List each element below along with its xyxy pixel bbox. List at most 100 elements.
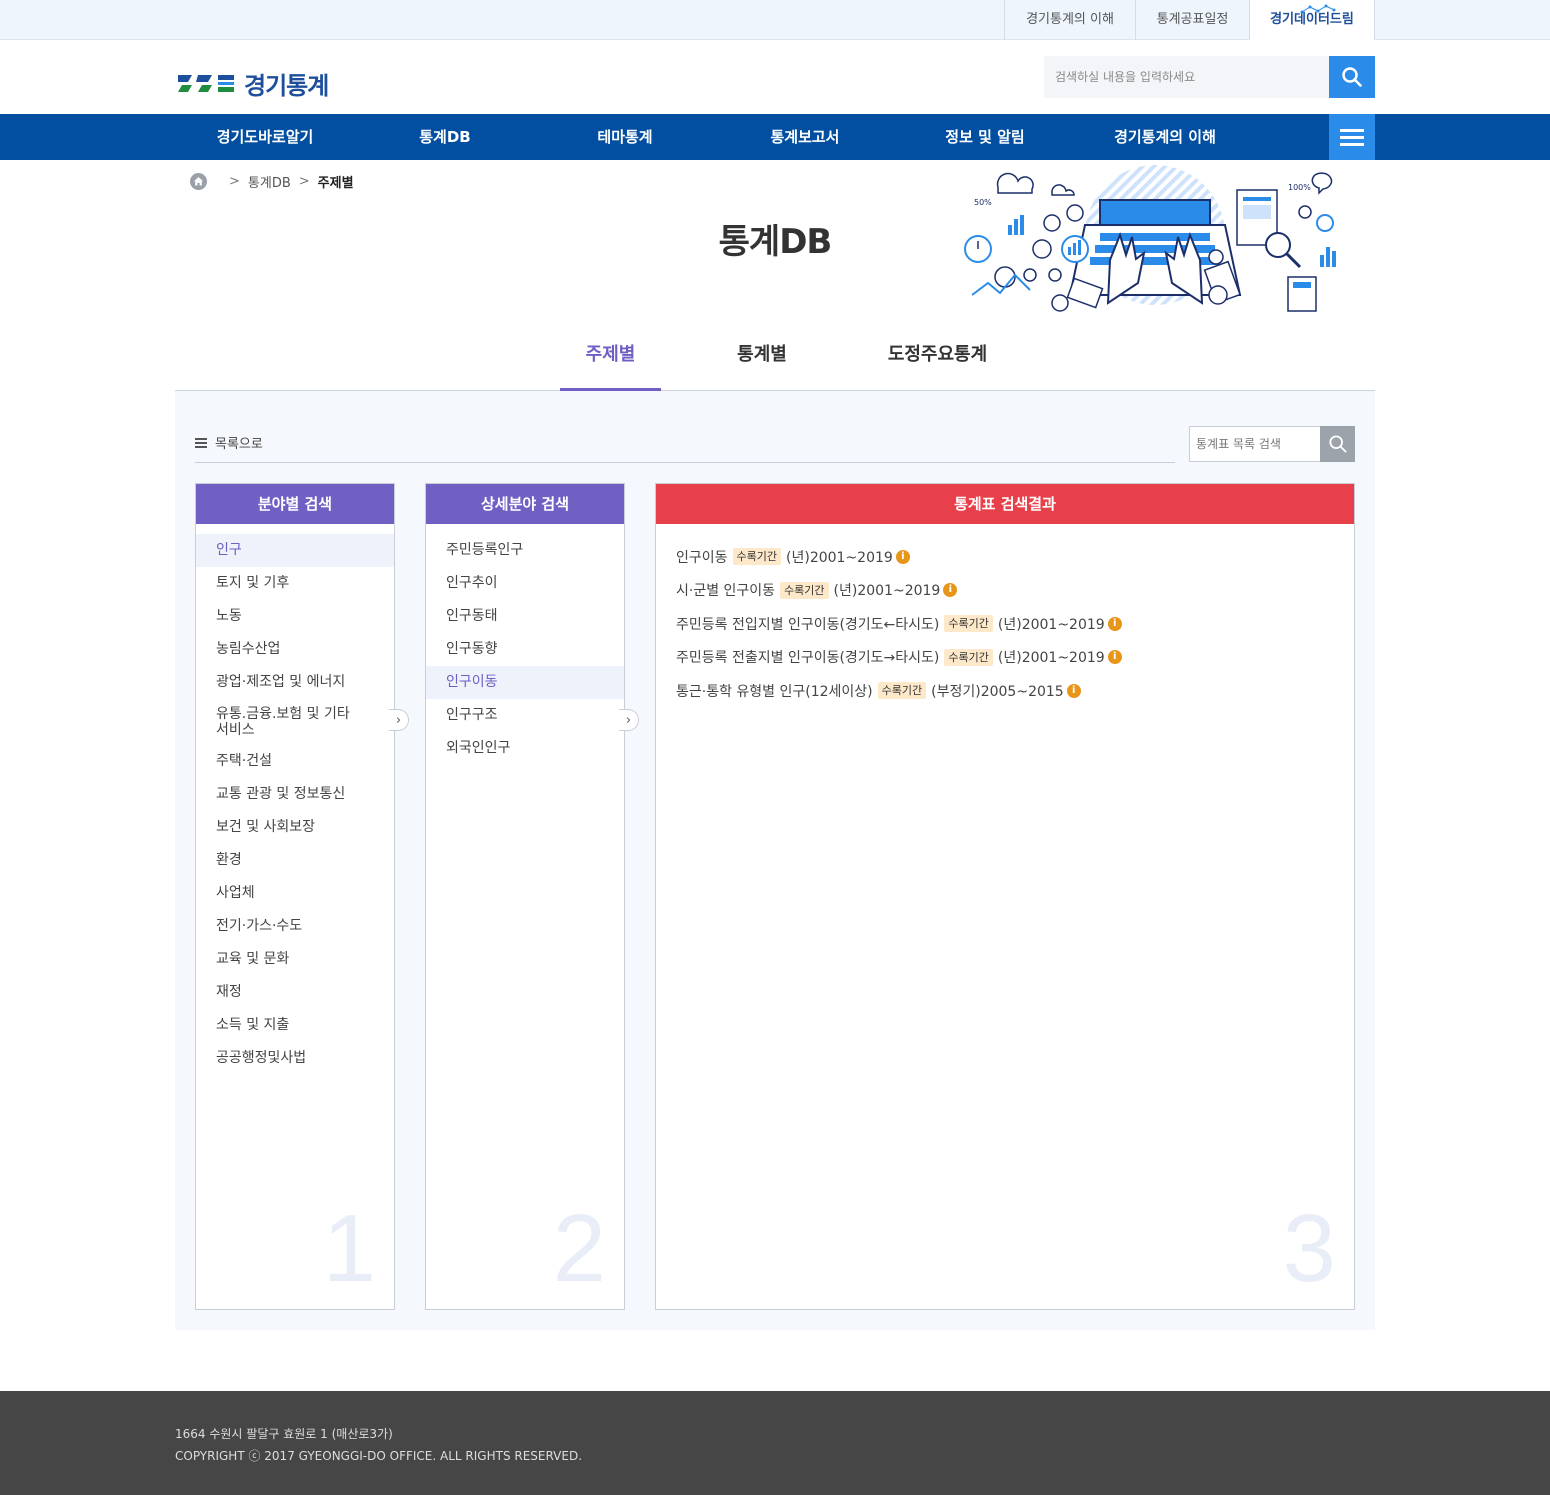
field-item[interactable]: 토지 및 기후 [196,567,394,600]
utility-link-schedule[interactable]: 통계공표일정 [1136,0,1250,40]
gyeonggi-logo-icon [178,75,234,92]
chevron-right-icon[interactable]: › [389,709,409,731]
divider [195,462,1175,463]
info-icon[interactable]: i [1066,683,1081,698]
breadcrumb: > 통계DB > 주제별 [190,172,354,191]
tab-by-subject[interactable]: 주제별 [560,340,661,391]
field-item[interactable]: 교육 및 문화 [196,943,394,976]
period-badge: 수록기간 [877,682,927,700]
field-item-population[interactable]: 인구 [196,534,394,567]
field-list: 인구 토지 및 기후 노동 농림수산업 광업·제조업 및 에너지 유통.금융.보… [196,524,394,1075]
chevron-right-icon[interactable]: › [619,709,639,731]
result-item[interactable]: 통근·통학 유형별 인구(12세이상) 수록기간 (부정기)2005~2015 … [676,674,1334,708]
detail-item[interactable]: 외국인인구 [426,732,624,765]
home-icon[interactable] [190,172,207,190]
period-badge: 수록기간 [780,581,829,599]
detail-item[interactable]: 인구동태 [426,600,624,633]
field-item[interactable]: 재정 [196,976,394,1009]
back-to-list-link[interactable]: 목록으로 [195,433,263,452]
table-list-search [1189,426,1355,462]
nav-item-theme[interactable]: 테마통계 [535,114,715,160]
detail-item[interactable]: 인구추이 [426,567,624,600]
period-badge: 수록기간 [944,648,993,666]
detail-list: 주민등록인구 인구추이 인구동태 인구동향 인구이동 인구구조 외국인인구 [426,524,624,765]
result-item[interactable]: 주민등록 전출지별 인구이동(경기도→타시도) 수록기간 (년)2001~201… [676,641,1334,675]
breadcrumb-current: 주제별 [317,175,354,191]
result-column: 통계표 검색결과 인구이동 수록기간 (년)2001~2019 i 시·군별 인… [655,483,1355,1310]
info-icon[interactable]: i [1107,616,1122,631]
search-icon [1342,67,1362,87]
utility-links: 경기통계의 이해 통계공표일정 경기데이터드림 [1004,0,1375,40]
field-item[interactable]: 소득 및 지출 [196,1009,394,1042]
result-period: (년)2001~2019 [997,650,1105,667]
statistics-laptop-illustration: 50% 100% [964,165,1336,312]
step-number: 3 [1282,1195,1336,1302]
global-search [1044,56,1375,98]
field-item[interactable]: 환경 [196,844,394,877]
table-list-search-input[interactable] [1190,427,1320,461]
detail-item[interactable]: 주민등록인구 [426,534,624,567]
result-period: (년)2001~2019 [997,616,1105,633]
menu-hamburger-button[interactable] [1329,114,1375,160]
nav-item-about[interactable]: 경기통계의 이해 [1075,114,1255,160]
hamburger-line [1340,135,1364,139]
result-period: (년)2001~2019 [833,583,941,600]
field-item[interactable]: 광업·제조업 및 에너지 [196,666,394,699]
field-item[interactable]: 보건 및 사회보장 [196,811,394,844]
page-title: 통계DB [718,222,833,262]
hamburger-line [1340,128,1364,132]
field-item[interactable]: 노동 [196,600,394,633]
nav-item-info[interactable]: 정보 및 알림 [895,114,1075,160]
tab-by-statistics[interactable]: 통계별 [712,340,812,390]
result-name: 통근·통학 유형별 인구(12세이상) [676,683,873,700]
breadcrumb-item[interactable]: 통계DB [248,172,291,191]
field-item[interactable]: 전기·가스·수도 [196,910,394,943]
chevron-right-icon: > [298,173,310,189]
field-item[interactable]: 사업체 [196,877,394,910]
utility-link-about[interactable]: 경기통계의 이해 [1005,0,1136,40]
global-search-button[interactable] [1329,56,1375,98]
list-icon [195,437,207,448]
detail-item-migration[interactable]: 인구이동 [426,666,624,699]
category-tabs: 주제별 통계별 도정주요통계 [175,330,1375,391]
field-search-column: 분야별 검색 인구 토지 및 기후 노동 농림수산업 광업·제조업 및 에너지 … [195,483,409,1310]
step-number: 2 [552,1195,606,1302]
hamburger-line [1340,142,1364,146]
result-name: 시·군별 인구이동 [676,583,776,600]
nav-item-statdb[interactable]: 통계DB [355,114,535,160]
data-dream-logo-icon [1300,4,1336,14]
logo-text: 경기통계 [244,71,329,100]
field-item[interactable]: 주택·건설 [196,745,394,778]
result-item[interactable]: 시·군별 인구이동 수록기간 (년)2001~2019 i [676,574,1334,608]
period-badge: 수록기간 [732,548,782,566]
tab-major-statistics[interactable]: 도정주요통계 [865,340,1010,390]
main-navigation: 경기도바로알기 통계DB 테마통계 통계보고서 정보 및 알림 경기통계의 이해 [0,114,1550,160]
info-icon[interactable]: i [943,583,958,598]
nav-item-gyeonggi[interactable]: 경기도바로알기 [175,114,355,160]
back-to-list-label: 목록으로 [215,437,263,452]
nav-item-report[interactable]: 통계보고서 [715,114,895,160]
detail-item[interactable]: 인구구조 [426,699,624,732]
detail-search-title: 상세분야 검색 [426,484,624,524]
top-utility-bar: 경기통계의 이해 통계공표일정 경기데이터드림 [0,0,1550,40]
detail-item[interactable]: 인구동향 [426,633,624,666]
field-item[interactable]: 농림수산업 [196,633,394,666]
global-search-input[interactable] [1044,56,1329,98]
result-list: 인구이동 수록기간 (년)2001~2019 i 시·군별 인구이동 수록기간 … [656,524,1354,708]
info-icon[interactable]: i [1107,650,1122,665]
result-name: 인구이동 [676,549,728,566]
result-item[interactable]: 인구이동 수록기간 (년)2001~2019 i [676,540,1334,574]
field-item[interactable]: 유통.금융.보험 및 기타 서비스 [196,699,394,745]
table-list-search-button[interactable] [1320,426,1355,462]
stat-search-panel: 목록으로 분야별 검색 인구 토지 및 기후 노동 농림수산업 광업·제조업 및… [175,391,1375,1330]
site-logo[interactable]: 경기통계 [178,68,329,100]
utility-link-datadream[interactable]: 경기데이터드림 [1250,0,1375,40]
footer-copyright: COPYRIGHT ⓒ 2017 GYEONGGI-DO OFFICE. ALL… [175,1449,583,1463]
hero-label-50: 50% [974,198,992,207]
result-item[interactable]: 주민등록 전입지별 인구이동(경기도←타시도) 수록기간 (년)2001~201… [676,607,1334,641]
field-item[interactable]: 교통 관광 및 정보통신 [196,778,394,811]
period-badge: 수록기간 [944,615,993,633]
field-item[interactable]: 공공행정및사법 [196,1042,394,1075]
info-icon[interactable]: i [895,549,910,564]
result-period: (년)2001~2019 [786,549,893,566]
